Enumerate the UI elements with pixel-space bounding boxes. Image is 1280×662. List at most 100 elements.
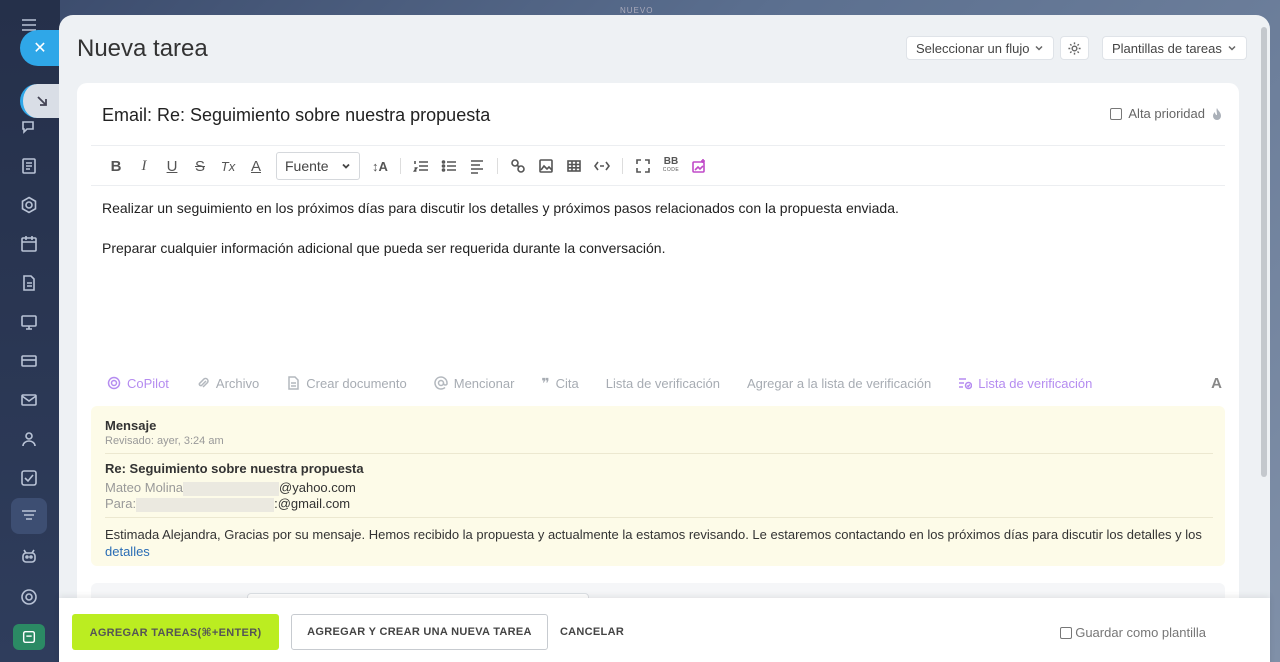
add-and-create-new-button[interactable]: AGREGAR Y CREAR UNA NUEVA TAREA [291, 614, 548, 650]
close-button[interactable]: ✕ [20, 30, 60, 66]
attach-file-button[interactable]: Archivo [196, 376, 259, 391]
recipient-email: :@gmail.com [274, 496, 351, 511]
bullet-list-icon [441, 160, 456, 172]
table-button[interactable] [560, 152, 588, 180]
message-preview-text: Estimada Alejandra, Gracias por su mensa… [105, 527, 1202, 542]
ai-checklist-button[interactable]: Lista de verificación [958, 376, 1092, 391]
document-icon[interactable] [18, 272, 40, 294]
board-icon[interactable] [18, 311, 40, 333]
bbcode-button[interactable]: BB CODE [657, 152, 685, 180]
scrollbar[interactable] [1261, 27, 1267, 477]
attach-file-label: Archivo [215, 375, 260, 391]
flow-select-label: Seleccionar un flujo [916, 40, 1030, 56]
mention-button[interactable]: Mencionar [434, 375, 515, 391]
robot-icon[interactable] [18, 545, 40, 567]
new-task-modal: Nueva tarea Seleccionar un flujo Plantil… [59, 15, 1270, 662]
link-icon [511, 159, 525, 173]
save-template-checkbox[interactable] [1060, 626, 1073, 639]
formatting-toggle[interactable]: A [1211, 375, 1222, 392]
clear-format-button[interactable]: Tx [214, 152, 242, 180]
task-templates-label: Plantillas de tareas [1112, 40, 1222, 56]
description-paragraph[interactable]: Realizar un seguimiento en los próximos … [102, 200, 899, 216]
paperclip-icon [198, 377, 209, 388]
message-from: Mateo Molina @yahoo.com [105, 480, 356, 496]
settings-button[interactable] [1060, 36, 1089, 60]
mail-icon[interactable] [18, 389, 40, 411]
task-title-input[interactable]: Email: Re: Seguimiento sobre nuestra pro… [102, 105, 490, 126]
text-color-button[interactable]: A [242, 152, 270, 180]
high-priority-toggle[interactable]: Alta prioridad [1110, 106, 1223, 121]
priority-checkbox[interactable] [1110, 107, 1123, 120]
fullscreen-button[interactable] [629, 152, 657, 180]
checklist-button[interactable]: Lista de verificación [606, 376, 720, 391]
minimize-button[interactable] [20, 84, 60, 118]
align-left-icon [471, 160, 483, 174]
chat-icon[interactable] [18, 116, 40, 138]
add-task-button[interactable]: AGREGAR TAREAS(⌘+ENTER) [72, 614, 279, 650]
align-button[interactable] [463, 152, 491, 180]
filter-icon[interactable] [18, 505, 40, 527]
contacts-icon[interactable] [18, 428, 40, 450]
strikethrough-button[interactable]: S [186, 152, 214, 180]
font-select[interactable]: Fuente [276, 152, 360, 180]
tasks-icon[interactable] [18, 467, 40, 489]
copilot-label: CoPilot [127, 375, 169, 391]
quote-icon: ❞ [541, 374, 550, 391]
gear-icon [1068, 41, 1081, 55]
image-button[interactable] [532, 152, 560, 180]
code-button[interactable] [588, 152, 616, 180]
quote-button[interactable]: ❞ Cita [541, 375, 578, 392]
code-icon [594, 161, 610, 171]
flame-icon [1213, 107, 1221, 120]
underline-button[interactable]: U [158, 152, 186, 180]
editor-toolbar: B I U S Tx A Fuente ↕A BB CODE [102, 151, 713, 181]
message-details-link[interactable]: detalles [105, 544, 150, 559]
settings-icon[interactable] [18, 586, 40, 608]
calendar-icon[interactable] [18, 233, 40, 255]
flow-select[interactable]: Seleccionar un flujo [906, 36, 1055, 60]
sender-name: Mateo Molina [105, 480, 184, 495]
task-templates-button[interactable]: Plantillas de tareas [1102, 36, 1247, 60]
toolbar-separator [400, 158, 401, 174]
copilot-button[interactable]: CoPilot [107, 376, 169, 391]
numbered-list-button[interactable] [407, 152, 435, 180]
app-logo[interactable] [13, 624, 45, 650]
minimize-arrow-icon [36, 96, 47, 106]
description-paragraph[interactable]: Preparar cualquier información adicional… [102, 240, 665, 256]
card-icon[interactable] [18, 350, 40, 372]
chevron-down-icon [342, 163, 350, 169]
ai-image-button[interactable] [685, 152, 713, 180]
font-select-label: Fuente [285, 158, 329, 174]
bbcode-label: BB [663, 156, 679, 167]
sender-email: @yahoo.com [279, 480, 356, 495]
link-button[interactable] [504, 152, 532, 180]
message-body: Estimada Alejandra, Gracias por su mensa… [105, 526, 1211, 560]
toolbar-separator [497, 158, 498, 174]
add-to-checklist-label: Agregar a la lista de verificación [746, 375, 932, 391]
task-editor-card: Email: Re: Seguimiento sobre nuestra pro… [77, 83, 1239, 623]
title-divider [91, 145, 1225, 146]
table-icon [567, 160, 581, 172]
mention-label: Mencionar [453, 375, 515, 391]
create-document-label: Crear documento [306, 375, 407, 391]
cancel-button[interactable]: CANCELAR [559, 614, 625, 650]
modal-footer: AGREGAR TAREAS(⌘+ENTER) AGREGAR Y CREAR … [59, 598, 1270, 662]
bold-button[interactable]: B [102, 152, 130, 180]
add-to-checklist-button[interactable]: Agregar a la lista de verificación [747, 376, 931, 391]
save-template-label: Guardar como plantilla [1075, 625, 1206, 640]
close-icon: ✕ [33, 40, 47, 57]
create-document-button[interactable]: Crear documento [286, 375, 407, 391]
image-icon [539, 159, 553, 173]
priority-label: Alta prioridad [1128, 106, 1205, 121]
italic-button[interactable]: I [130, 152, 158, 180]
hexagon-icon[interactable] [18, 194, 40, 216]
ai-checklist-label: Lista de verificación [978, 375, 1093, 391]
editor-actions: CoPilot Archivo Crear documento Menciona… [107, 373, 1222, 393]
feed-icon[interactable] [18, 155, 40, 177]
save-as-template-toggle[interactable]: Guardar como plantilla [1060, 625, 1206, 640]
message-subject: Re: Seguimiento sobre nuestra propuesta [105, 461, 364, 476]
quote-label: Cita [555, 375, 579, 391]
expand-icon [636, 159, 650, 173]
font-size-button[interactable]: ↕A [366, 152, 394, 180]
bullet-list-button[interactable] [435, 152, 463, 180]
